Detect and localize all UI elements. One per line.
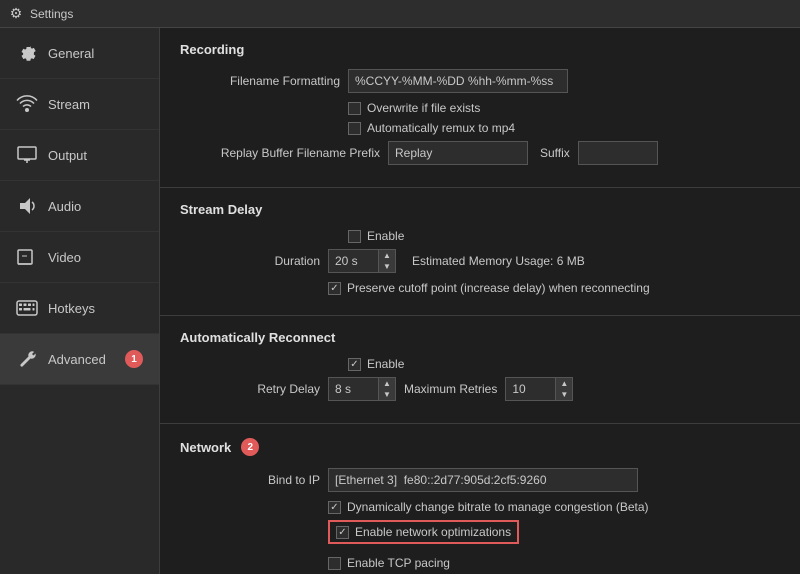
sidebar-item-stream[interactable]: Stream [0, 79, 159, 130]
sidebar-item-hotkeys[interactable]: Hotkeys [0, 283, 159, 334]
bind-ip-input[interactable] [328, 468, 638, 492]
network-title: Network 2 [180, 438, 780, 456]
retry-delay-input[interactable] [328, 377, 378, 401]
sidebar-item-output[interactable]: Output [0, 130, 159, 181]
duration-row: Duration ▲ ▼ Estimated Memory Usage: 6 M… [180, 249, 780, 273]
duration-down-arrow[interactable]: ▼ [379, 261, 395, 272]
retry-delay-down[interactable]: ▼ [379, 389, 395, 400]
auto-reconnect-section: Automatically Reconnect Enable Retry Del… [160, 316, 800, 424]
estimated-memory-label: Estimated Memory Usage: 6 MB [412, 254, 585, 268]
replay-buffer-input[interactable] [388, 141, 528, 165]
wrench-icon [16, 348, 38, 370]
sidebar-label-stream: Stream [48, 97, 90, 112]
sidebar: General Stream [0, 28, 160, 574]
sidebar-label-output: Output [48, 148, 87, 163]
sidebar-item-general[interactable]: General [0, 28, 159, 79]
keyboard-icon [16, 297, 38, 319]
remux-checkbox[interactable] [348, 122, 361, 135]
recording-title: Recording [180, 42, 780, 57]
dynamic-bitrate-label: Dynamically change bitrate to manage con… [347, 500, 649, 514]
overwrite-label: Overwrite if file exists [367, 101, 480, 115]
retry-delay-up[interactable]: ▲ [379, 378, 395, 389]
duration-input[interactable] [328, 249, 378, 273]
retry-delay-arrows: ▲ ▼ [378, 377, 396, 401]
advanced-badge: 1 [125, 350, 143, 368]
network-opt-box: Enable network optimizations [328, 520, 519, 544]
tcp-pacing-label: Enable TCP pacing [347, 556, 450, 570]
duration-arrows: ▲ ▼ [378, 249, 396, 273]
sidebar-label-advanced: Advanced [48, 352, 106, 367]
video-icon [16, 246, 38, 268]
reconnect-enable-row: Enable [348, 357, 780, 371]
title-bar-text: Settings [30, 7, 73, 21]
sidebar-label-video: Video [48, 250, 81, 265]
sidebar-label-hotkeys: Hotkeys [48, 301, 95, 316]
max-retries-spinbox[interactable]: ▲ ▼ [505, 377, 573, 401]
max-retries-up[interactable]: ▲ [556, 378, 572, 389]
stream-delay-enable-label: Enable [367, 229, 404, 243]
reconnect-enable-checkbox[interactable] [348, 358, 361, 371]
sidebar-item-advanced[interactable]: Advanced 1 [0, 334, 159, 385]
stream-delay-section: Stream Delay Enable Duration ▲ ▼ Estimat… [160, 188, 800, 316]
retry-delay-row: Retry Delay ▲ ▼ Maximum Retries ▲ ▼ [180, 377, 780, 401]
filename-formatting-row: Filename Formatting [180, 69, 780, 93]
title-bar: ⚙ Settings [0, 0, 800, 28]
stream-delay-title: Stream Delay [180, 202, 780, 217]
retry-delay-label: Retry Delay [180, 382, 320, 396]
duration-label: Duration [180, 254, 320, 268]
network-opt-highlight: Enable network optimizations [328, 520, 780, 550]
remux-label: Automatically remux to mp4 [367, 121, 515, 135]
output-icon [16, 144, 38, 166]
filename-formatting-label: Filename Formatting [180, 74, 340, 88]
network-section: Network 2 Bind to IP Dynamically change … [160, 424, 800, 574]
overwrite-checkbox[interactable] [348, 102, 361, 115]
max-retries-arrows: ▲ ▼ [555, 377, 573, 401]
dynamic-bitrate-row: Dynamically change bitrate to manage con… [328, 500, 780, 514]
duration-up-arrow[interactable]: ▲ [379, 250, 395, 261]
network-badge: 2 [241, 438, 259, 456]
remux-row: Automatically remux to mp4 [348, 121, 780, 135]
sidebar-item-audio[interactable]: Audio [0, 181, 159, 232]
sidebar-label-general: General [48, 46, 94, 61]
network-opt-label: Enable network optimizations [355, 525, 511, 539]
recording-section: Recording Filename Formatting Overwrite … [160, 28, 800, 188]
overwrite-row: Overwrite if file exists [348, 101, 780, 115]
gear-icon [16, 42, 38, 64]
replay-buffer-row: Replay Buffer Filename Prefix Suffix [180, 141, 780, 165]
main-content: Recording Filename Formatting Overwrite … [160, 28, 800, 574]
max-retries-input[interactable] [505, 377, 555, 401]
network-opt-checkbox[interactable] [336, 526, 349, 539]
filename-formatting-input[interactable] [348, 69, 568, 93]
speaker-icon [16, 195, 38, 217]
stream-delay-enable-row: Enable [348, 229, 780, 243]
dynamic-bitrate-checkbox[interactable] [328, 501, 341, 514]
wifi-icon [16, 93, 38, 115]
replay-buffer-label: Replay Buffer Filename Prefix [180, 146, 380, 160]
suffix-label: Suffix [540, 146, 570, 160]
app-container: General Stream [0, 28, 800, 574]
preserve-row: Preserve cutoff point (increase delay) w… [328, 281, 780, 295]
bind-ip-row: Bind to IP [180, 468, 780, 492]
max-retries-down[interactable]: ▼ [556, 389, 572, 400]
preserve-checkbox[interactable] [328, 282, 341, 295]
suffix-input[interactable] [578, 141, 658, 165]
max-retries-label: Maximum Retries [404, 382, 497, 396]
settings-icon: ⚙ [8, 6, 24, 22]
sidebar-item-video[interactable]: Video [0, 232, 159, 283]
retry-delay-spinbox[interactable]: ▲ ▼ [328, 377, 396, 401]
sidebar-label-audio: Audio [48, 199, 81, 214]
reconnect-enable-label: Enable [367, 357, 404, 371]
duration-spinbox[interactable]: ▲ ▼ [328, 249, 396, 273]
tcp-pacing-row: Enable TCP pacing [328, 556, 780, 570]
stream-delay-enable-checkbox[interactable] [348, 230, 361, 243]
bind-ip-label: Bind to IP [180, 473, 320, 487]
preserve-label: Preserve cutoff point (increase delay) w… [347, 281, 650, 295]
auto-reconnect-title: Automatically Reconnect [180, 330, 780, 345]
tcp-pacing-checkbox[interactable] [328, 557, 341, 570]
